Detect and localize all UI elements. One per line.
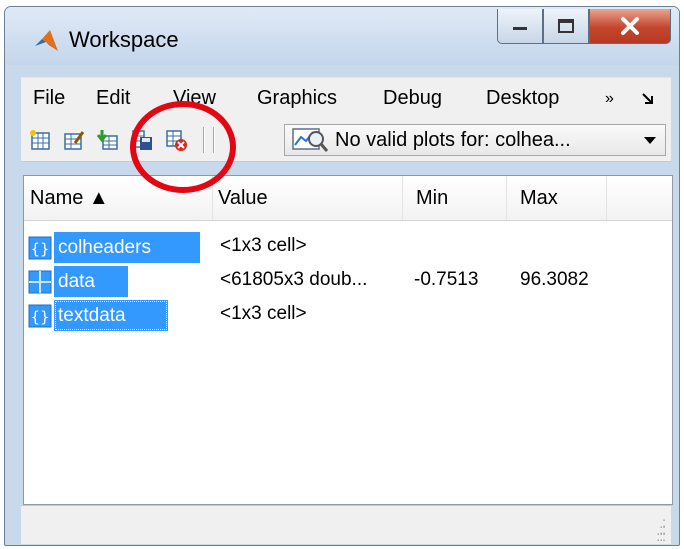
menu-overflow[interactable]: » [605,90,614,108]
matrix-icon [28,270,52,294]
workspace-window: Workspace File Edit View Graphics Debug … [4,6,680,546]
table-header: Name ▲ Value Min Max [24,176,672,221]
workspace-table: Name ▲ Value Min Max {} colheaders <1x3 … [23,175,673,505]
highlight-circle [130,101,236,193]
cell-array-icon: {} [28,304,52,328]
import-data-icon[interactable] [97,129,119,151]
undock-arrow-icon[interactable] [641,92,655,106]
column-header-min[interactable]: Min [402,176,507,220]
variable-value: <61805x3 doub... [220,269,368,290]
open-variable-icon[interactable] [63,129,85,151]
plot-selector-dropdown[interactable]: No valid plots for: colhea... [284,124,666,156]
menu-file[interactable]: File [33,87,65,110]
table-row[interactable]: {} textdata <1x3 cell> [24,300,672,334]
variable-max: 96.3082 [520,269,589,290]
variable-name: textdata [54,300,168,331]
resize-grip-icon[interactable]: : ::::: [656,515,666,543]
table-row[interactable]: {} colheaders <1x3 cell> [24,232,672,266]
column-header-max[interactable]: Max [506,176,607,220]
close-button[interactable] [589,9,671,44]
title-bar[interactable]: Workspace [5,7,679,65]
variable-value: <1x3 cell> [220,303,307,324]
menu-desktop[interactable]: Desktop [486,87,559,110]
column-header-value[interactable]: Value [212,176,403,220]
maximize-button[interactable] [543,9,589,44]
window-title: Workspace [69,27,179,52]
new-variable-icon[interactable] [29,129,51,151]
plot-magnifier-icon [292,128,329,152]
close-icon [621,17,639,35]
menu-graphics[interactable]: Graphics [257,87,337,110]
toolbar: No valid plots for: colhea... [21,117,671,162]
plot-selector-label: No valid plots for: colhea... [335,129,571,151]
variable-min: -0.7513 [414,269,479,290]
menu-debug[interactable]: Debug [383,87,442,110]
svg-text:{}: {} [30,308,49,326]
variable-name: data [54,266,128,297]
menu-edit[interactable]: Edit [96,87,130,110]
variable-name: colheaders [54,232,200,263]
chevron-down-icon [644,137,656,144]
matlab-logo-icon [35,30,58,51]
menu-bar: File Edit View Graphics Debug Desktop » [21,77,671,118]
svg-text:{}: {} [30,240,49,258]
minimize-button[interactable] [497,9,543,44]
minimize-icon [513,27,527,30]
status-bar: : ::::: [21,505,671,544]
cell-array-icon: {} [28,236,52,260]
maximize-icon [558,19,574,33]
variable-value: <1x3 cell> [220,235,307,256]
table-row[interactable]: data <61805x3 doub... -0.7513 96.3082 [24,266,672,300]
